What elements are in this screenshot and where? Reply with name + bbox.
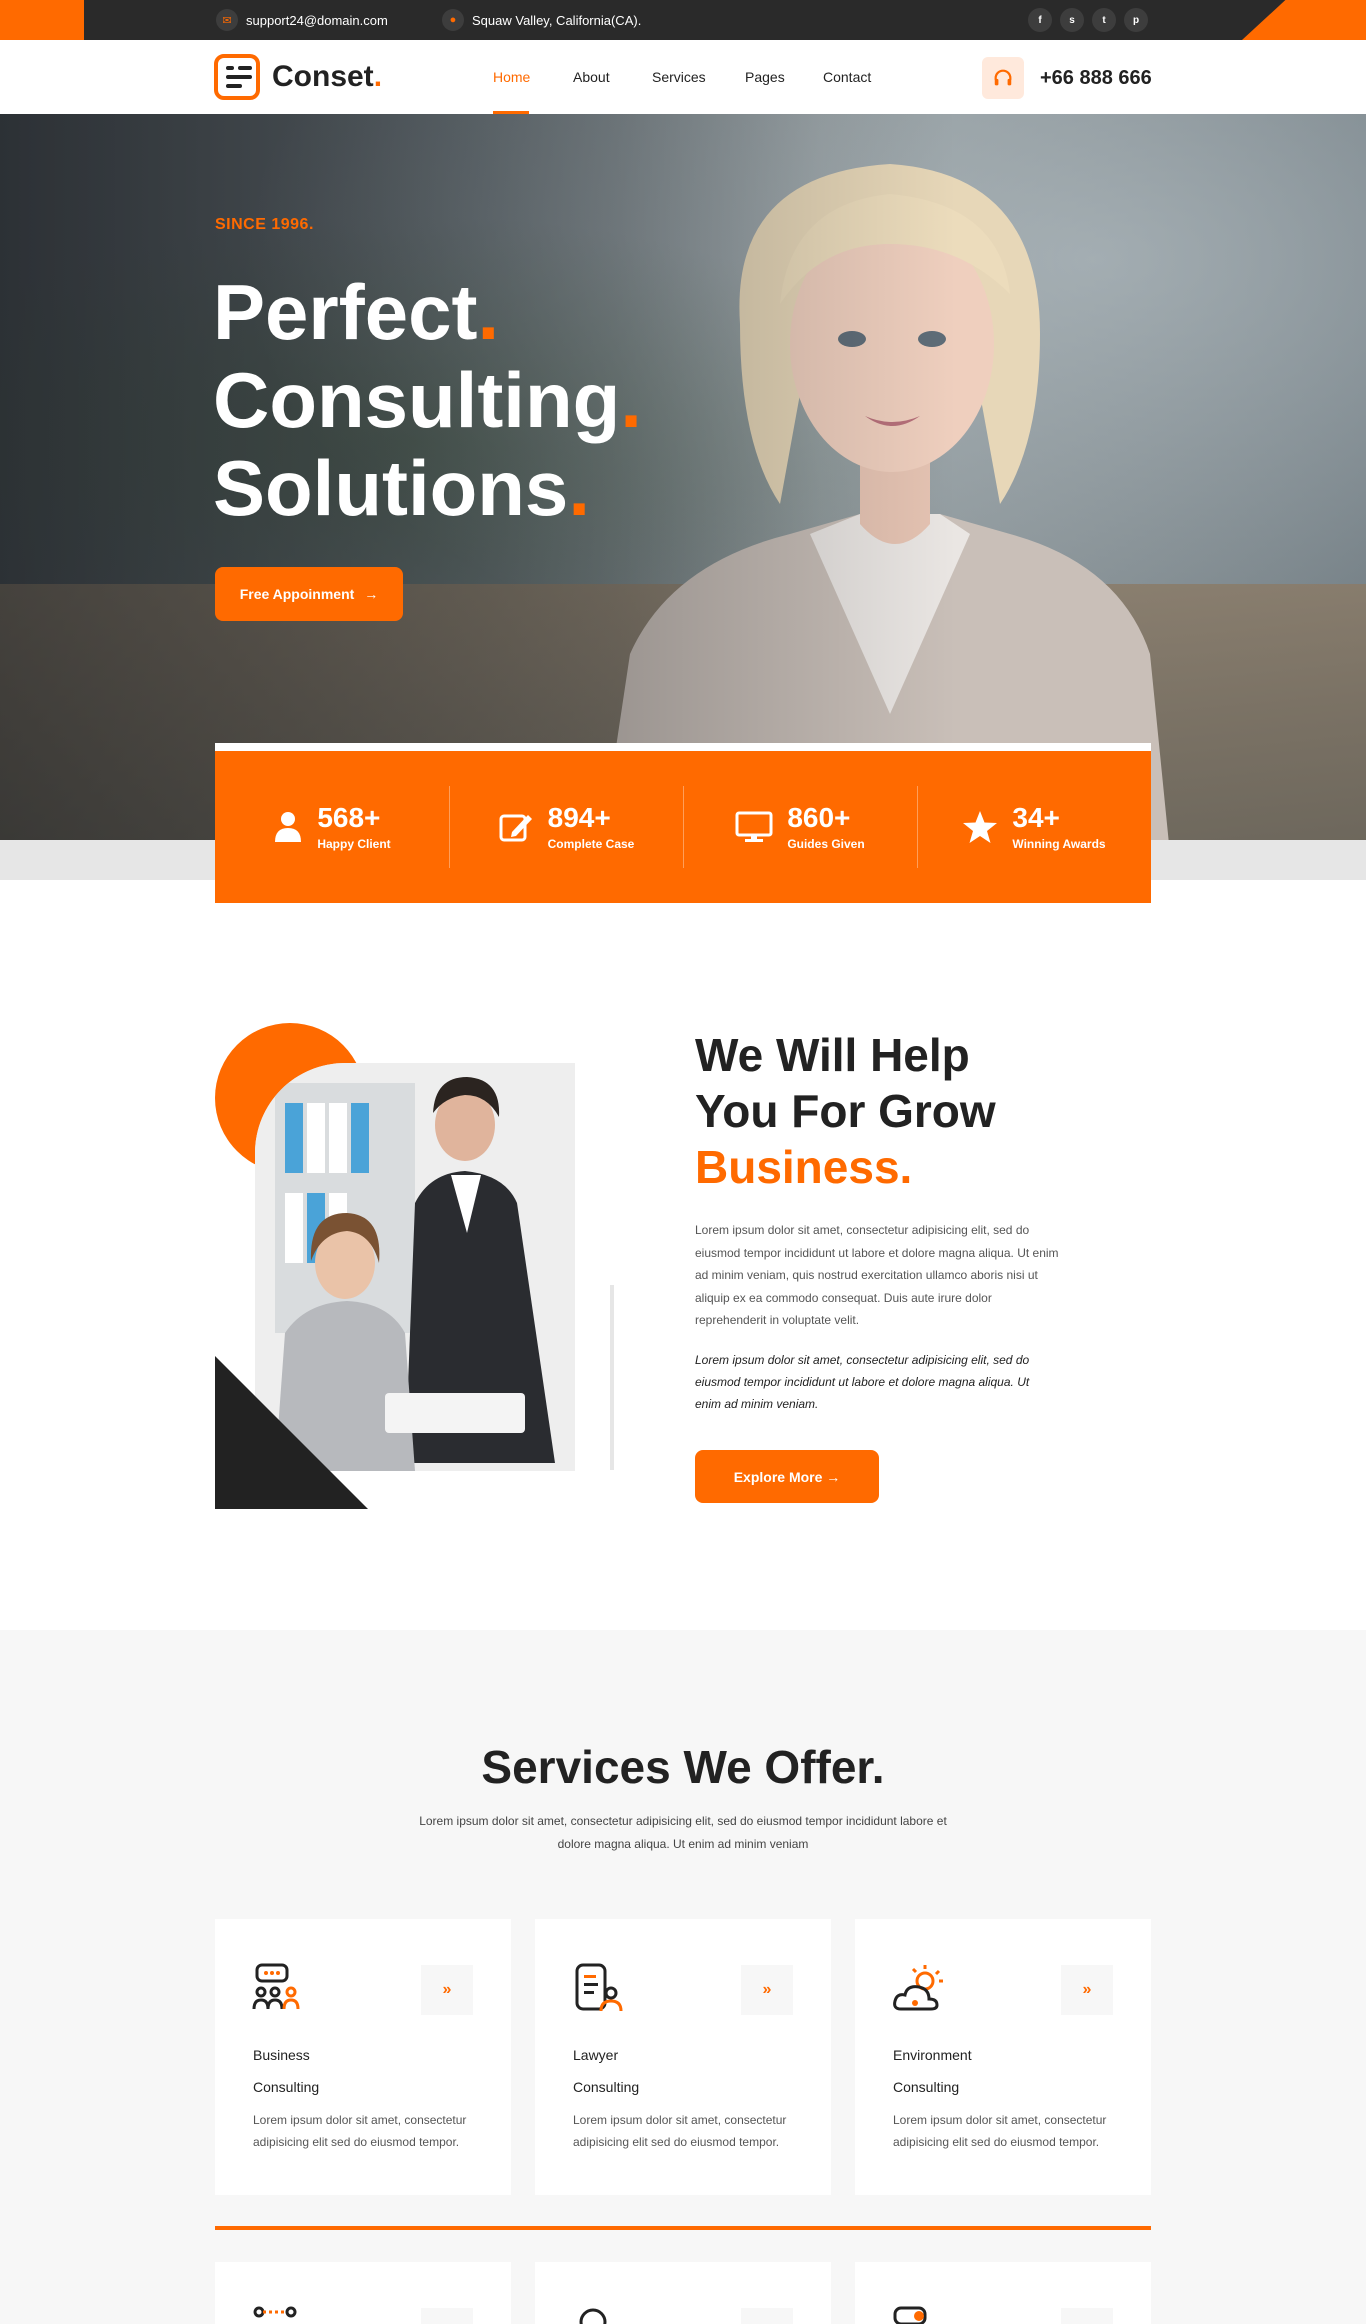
- services-subtitle: Lorem ipsum dolor sit amet, consectetur …: [419, 1814, 947, 1851]
- site-header: Conset. Home About Services Pages Contac…: [0, 40, 1366, 114]
- card-arrow-button[interactable]: »: [421, 1965, 473, 2015]
- stat-guides-given: 860+ Guides Given: [683, 751, 917, 903]
- email-text: support24@domain.com: [246, 12, 388, 28]
- hero-title: Perfect. Consulting. Solutions.: [213, 268, 642, 532]
- logo-dot: .: [373, 60, 383, 93]
- stats-bar: 568+ Happy Client 894+ Complete Case 860+ G…: [215, 743, 1151, 903]
- top-bar: ✉ support24@domain.com ● Squaw Valley, C…: [0, 0, 1366, 40]
- free-appointment-label: Free Appoinment: [239, 586, 355, 602]
- topbar-email[interactable]: ✉ support24@domain.com: [216, 0, 388, 40]
- card-description: Lorem ipsum dolor sit amet, consectetur …: [893, 2113, 1107, 2149]
- topbar-accent-right: [1242, 0, 1366, 40]
- network-icon: [253, 2306, 297, 2318]
- user-icon: [275, 812, 302, 842]
- mail-icon: ✉: [216, 9, 238, 31]
- main-nav: Home About Services Pages Contact: [493, 40, 873, 114]
- service-card-environment[interactable]: » Environment Consulting Lorem ipsum dolo…: [855, 1919, 1151, 2195]
- phone-number: +66 888 666: [1040, 66, 1152, 89]
- arrow-right-icon: →: [364, 586, 379, 602]
- about-quote: Lorem ipsum dolor sit amet, consectetur …: [695, 1353, 1030, 1411]
- skype-icon[interactable]: s: [1060, 8, 1084, 32]
- nav-home[interactable]: Home: [493, 40, 530, 114]
- edit-icon: [499, 814, 532, 842]
- twitter-icon[interactable]: t: [1092, 8, 1116, 32]
- header-phone[interactable]: +66 888 666: [982, 57, 1152, 99]
- nav-pages[interactable]: Pages: [745, 40, 785, 114]
- card-arrow-button[interactable]: »: [1061, 1965, 1113, 2015]
- chat-user-icon: [893, 2306, 927, 2324]
- card-arrow-button[interactable]: »: [741, 1965, 793, 2015]
- card-arrow-button[interactable]: [1061, 2308, 1113, 2324]
- service-card-business[interactable]: » Business Consulting Lorem ipsum dolor s…: [215, 1919, 511, 2195]
- hero-since: SINCE 1996.: [215, 216, 314, 233]
- card-description: Lorem ipsum dolor sit amet, consectetur …: [573, 2113, 787, 2149]
- stat-complete-case: 894+ Complete Case: [449, 751, 683, 903]
- logo-text: Conset: [272, 60, 374, 93]
- search-icon: [579, 2308, 607, 2324]
- about-team-image: [255, 1063, 575, 1471]
- topbar-accent-left: [0, 0, 84, 40]
- hero-section: SINCE 1996. Perfect. Consulting. Solutio…: [0, 114, 1366, 840]
- service-card-partial-2[interactable]: [535, 2262, 831, 2324]
- logo[interactable]: Conset.: [214, 54, 382, 100]
- explore-more-button[interactable]: Explore More →: [695, 1450, 879, 1503]
- address-text: Squaw Valley, California(CA).: [472, 12, 642, 28]
- card-arrow-button[interactable]: [741, 2308, 793, 2324]
- location-pin-icon: ●: [442, 9, 464, 31]
- service-card-partial-1[interactable]: [215, 2262, 511, 2324]
- pinterest-icon[interactable]: p: [1124, 8, 1148, 32]
- services-title: Services We Offer.: [481, 1741, 885, 1793]
- logo-icon: [214, 54, 260, 100]
- about-heading: We Will Help You For Grow Business.: [695, 1029, 996, 1193]
- star-icon: [963, 811, 998, 843]
- facebook-icon[interactable]: f: [1028, 8, 1052, 32]
- monitor-icon: [735, 811, 773, 842]
- team-chat-icon: [252, 1963, 300, 2010]
- sun-cloud-icon: [893, 1965, 943, 2011]
- stat-winning-awards: 34+ Winning Awards: [917, 751, 1151, 903]
- document-user-icon: [575, 1963, 623, 2012]
- service-card-lawyer[interactable]: » Lawyer Consulting Lorem ipsum dolor sit…: [535, 1919, 831, 2195]
- about-paragraph: Lorem ipsum dolor sit amet, consectetur …: [695, 1223, 1059, 1327]
- nav-services[interactable]: Services: [652, 40, 706, 114]
- social-links: f s t p: [1028, 8, 1148, 32]
- services-divider: [215, 2226, 1151, 2230]
- topbar-address: ● Squaw Valley, California(CA).: [442, 0, 641, 40]
- nav-about[interactable]: About: [573, 40, 617, 114]
- service-card-partial-3[interactable]: [855, 2262, 1151, 2324]
- card-arrow-button[interactable]: [421, 2308, 473, 2324]
- free-appointment-button[interactable]: Free Appoinment →: [215, 567, 403, 621]
- stat-happy-client: 568+ Happy Client: [215, 751, 449, 903]
- nav-contact[interactable]: Contact: [823, 40, 873, 114]
- headset-icon: [982, 57, 1024, 99]
- card-description: Lorem ipsum dolor sit amet, consectetur …: [253, 2113, 467, 2149]
